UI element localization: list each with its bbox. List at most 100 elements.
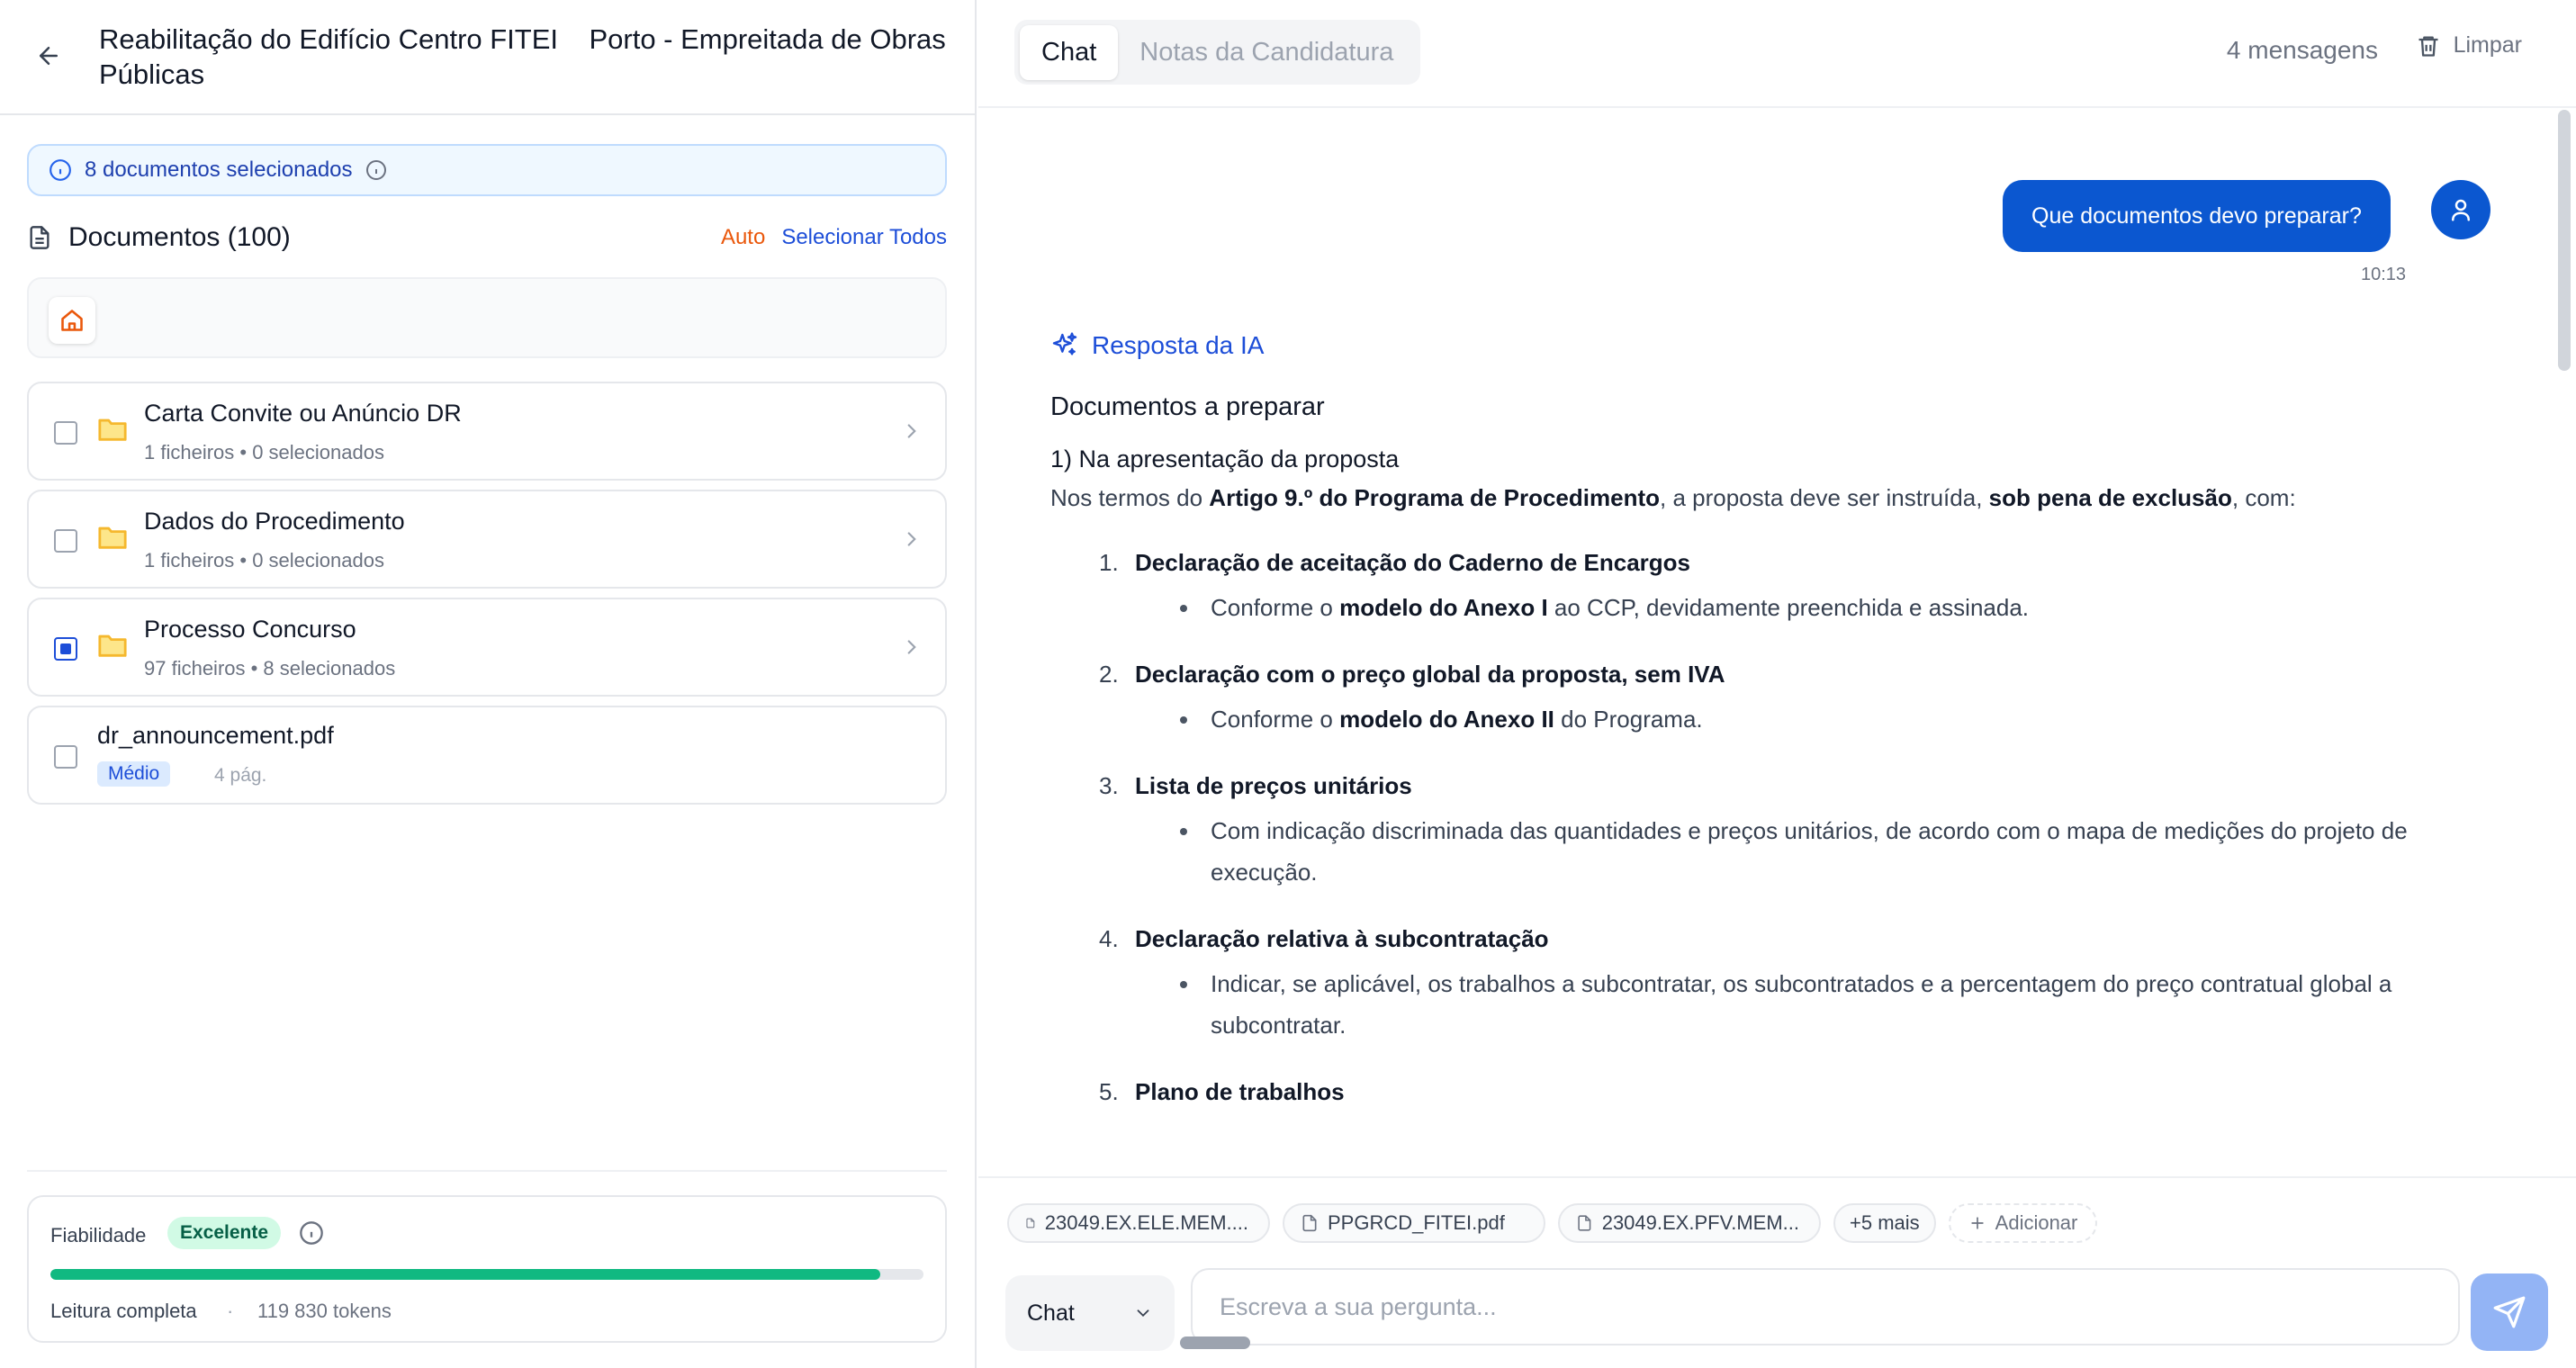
list-item-heading: Declaração relativa à subcontratação — [1135, 925, 1549, 952]
home-icon — [61, 310, 83, 331]
reliability-progress-bar — [50, 1269, 923, 1280]
folder-meta: 1 ficheiros • 0 selecionados — [144, 549, 384, 572]
message-composer: 23049.EX.ELE.MEM.... PPGRCD_FITEI.pdf 23… — [978, 1176, 2576, 1368]
file-icon — [1578, 1215, 1591, 1231]
user-avatar — [2431, 180, 2490, 239]
intro-text: Nos termos do — [1050, 484, 1210, 511]
selection-banner: 8 documentos selecionados — [27, 144, 947, 196]
more-docs-chip[interactable]: +5 mais — [1833, 1203, 1936, 1243]
folder-icon — [98, 634, 127, 657]
chat-header: Chat Notas da Candidatura 4 mensagens Li… — [978, 0, 2576, 108]
clear-label: Limpar — [2453, 32, 2522, 58]
question-input[interactable] — [1191, 1268, 2460, 1346]
info-tooltip-icon[interactable] — [299, 1220, 324, 1246]
detail-text: ao CCP, devidamente preenchida e assinad… — [1547, 594, 2030, 621]
breadcrumb — [27, 277, 947, 358]
intro-bold: Artigo 9.º do Programa de Procedimento — [1209, 484, 1660, 511]
attached-doc-chip[interactable]: 23049.EX.PFV.MEM... — [1558, 1203, 1821, 1243]
message-timestamp: 10:13 — [2361, 265, 2407, 284]
documents-header: Documentos (100) Auto Selecionar Todos — [27, 216, 947, 259]
attached-documents: 23049.EX.ELE.MEM.... PPGRCD_FITEI.pdf 23… — [1007, 1203, 2110, 1243]
info-tooltip-icon[interactable] — [365, 159, 387, 181]
folder-item-carta-convite[interactable]: Carta Convite ou Anúncio DR 1 ficheiros … — [27, 382, 947, 481]
intro-bold: sob pena de exclusão — [1988, 484, 2232, 511]
ai-message-content: Documentos a preparar 1) Na apresentação… — [1050, 389, 2472, 1138]
chip-label: 23049.EX.ELE.MEM.... — [1044, 1211, 1248, 1234]
user-message-bubble: Que documentos devo preparar? — [2003, 180, 2391, 252]
intro-text: , com: — [2231, 484, 2296, 511]
ai-label-text: Resposta da IA — [1092, 331, 1265, 359]
divider — [27, 1170, 947, 1172]
mode-select[interactable]: Chat — [1005, 1275, 1175, 1351]
reliability-badge: Excelente — [167, 1217, 282, 1249]
list-number: 3. — [1099, 772, 1119, 799]
list-item-heading: Plano de trabalhos — [1135, 1078, 1345, 1105]
chat-messages: Que documentos devo preparar? 10:13 Resp… — [978, 110, 2576, 1176]
list-item-detail: Indicar, se aplicável, os trabalhos a su… — [1135, 963, 2503, 1046]
auto-select-button[interactable]: Auto — [721, 225, 765, 250]
file-icon — [1026, 1218, 1035, 1228]
mode-label: Chat — [1027, 1300, 1075, 1326]
sparkles-icon — [1052, 332, 1077, 356]
list-item-heading: Declaração de aceitação do Caderno de En… — [1135, 549, 1691, 576]
folder-name: Processo Concurso — [144, 616, 356, 643]
clear-chat-button[interactable]: Limpar — [2416, 32, 2522, 58]
list-item: 2. Declaração com o preço global da prop… — [1050, 655, 2472, 740]
attached-doc-chip[interactable]: PPGRCD_FITEI.pdf — [1283, 1203, 1545, 1243]
detail-text: do Programa. — [1554, 706, 1703, 733]
response-section-title: 1) Na apresentação da proposta — [1050, 446, 1400, 472]
home-breadcrumb-button[interactable] — [49, 297, 95, 344]
documents-panel: Reabilitação do Edifício Centro FITEI Po… — [0, 0, 977, 1368]
send-button[interactable] — [2471, 1274, 2548, 1351]
list-item: 5. Plano de trabalhos — [1050, 1073, 2472, 1111]
reliability-label: Fiabilidade — [50, 1224, 147, 1246]
add-label: Adicionar — [1995, 1211, 2078, 1234]
folder-meta: 97 ficheiros • 8 selecionados — [144, 657, 396, 680]
folder-item-processo-concurso[interactable]: Processo Concurso 97 ficheiros • 8 selec… — [27, 598, 947, 697]
chevron-right-icon — [907, 532, 916, 546]
list-item: 1. Declaração de aceitação do Caderno de… — [1050, 544, 2472, 628]
selection-count-text: 8 documentos selecionados — [85, 158, 353, 182]
complexity-badge: Médio — [97, 761, 171, 787]
detail-bold: modelo do Anexo I — [1339, 594, 1548, 621]
document-list: 1. Declaração de aceitação do Caderno de… — [1050, 544, 2472, 1111]
folder-checkbox-partial[interactable] — [54, 637, 77, 661]
list-item-heading: Lista de preços unitários — [1135, 772, 1412, 799]
attached-doc-chip[interactable]: 23049.EX.ELE.MEM.... — [1007, 1203, 1270, 1243]
token-count: 119 830 tokens — [257, 1300, 392, 1322]
detail-text: Conforme o — [1211, 706, 1340, 733]
user-icon — [2452, 199, 2470, 221]
add-doc-button[interactable]: Adicionar — [1948, 1203, 2098, 1243]
scrollbar-thumb[interactable] — [2558, 110, 2571, 371]
list-number: 5. — [1099, 1078, 1119, 1105]
tab-chat[interactable]: Chat — [1020, 24, 1119, 80]
back-button[interactable] — [31, 38, 67, 74]
detail-bold: modelo do Anexo II — [1339, 706, 1554, 733]
send-icon — [2493, 1296, 2526, 1328]
list-number: 2. — [1099, 661, 1119, 688]
chip-label: PPGRCD_FITEI.pdf — [1328, 1211, 1505, 1234]
project-header: Reabilitação do Edifício Centro FITEI Po… — [0, 0, 977, 115]
list-number: 1. — [1099, 549, 1119, 576]
chevron-right-icon — [907, 640, 916, 654]
folder-item-dados-procedimento[interactable]: Dados do Procedimento 1 ficheiros • 0 se… — [27, 490, 947, 589]
list-number: 4. — [1099, 925, 1119, 952]
response-intro: Nos termos do Artigo 9.º do Programa de … — [1050, 479, 2472, 517]
folder-icon — [98, 418, 127, 441]
folder-checkbox[interactable] — [54, 529, 77, 553]
info-icon — [50, 159, 71, 181]
ai-response-label: Resposta da IA — [1050, 331, 1264, 360]
intro-text: , a proposta deve ser instruída, — [1660, 484, 1989, 511]
folder-checkbox[interactable] — [54, 421, 77, 445]
file-name: dr_announcement.pdf — [97, 722, 334, 749]
list-item-detail: Conforme o modelo do Anexo II do Program… — [1135, 698, 2503, 740]
message-count: 4 mensagens — [2226, 36, 2378, 64]
select-all-button[interactable]: Selecionar Todos — [781, 225, 947, 250]
chevron-down-icon — [1137, 1310, 1149, 1318]
file-checkbox[interactable] — [54, 745, 77, 769]
input-scroll-handle[interactable] — [1180, 1336, 1250, 1349]
reliability-card: Fiabilidade Excelente Leitura completa ·… — [27, 1195, 947, 1343]
file-item-dr-announcement[interactable]: dr_announcement.pdf Médio 4 pág. — [27, 706, 947, 805]
tab-notas-candidatura[interactable]: Notas da Candidatura — [1118, 25, 1415, 80]
plus-icon — [1970, 1217, 1984, 1229]
